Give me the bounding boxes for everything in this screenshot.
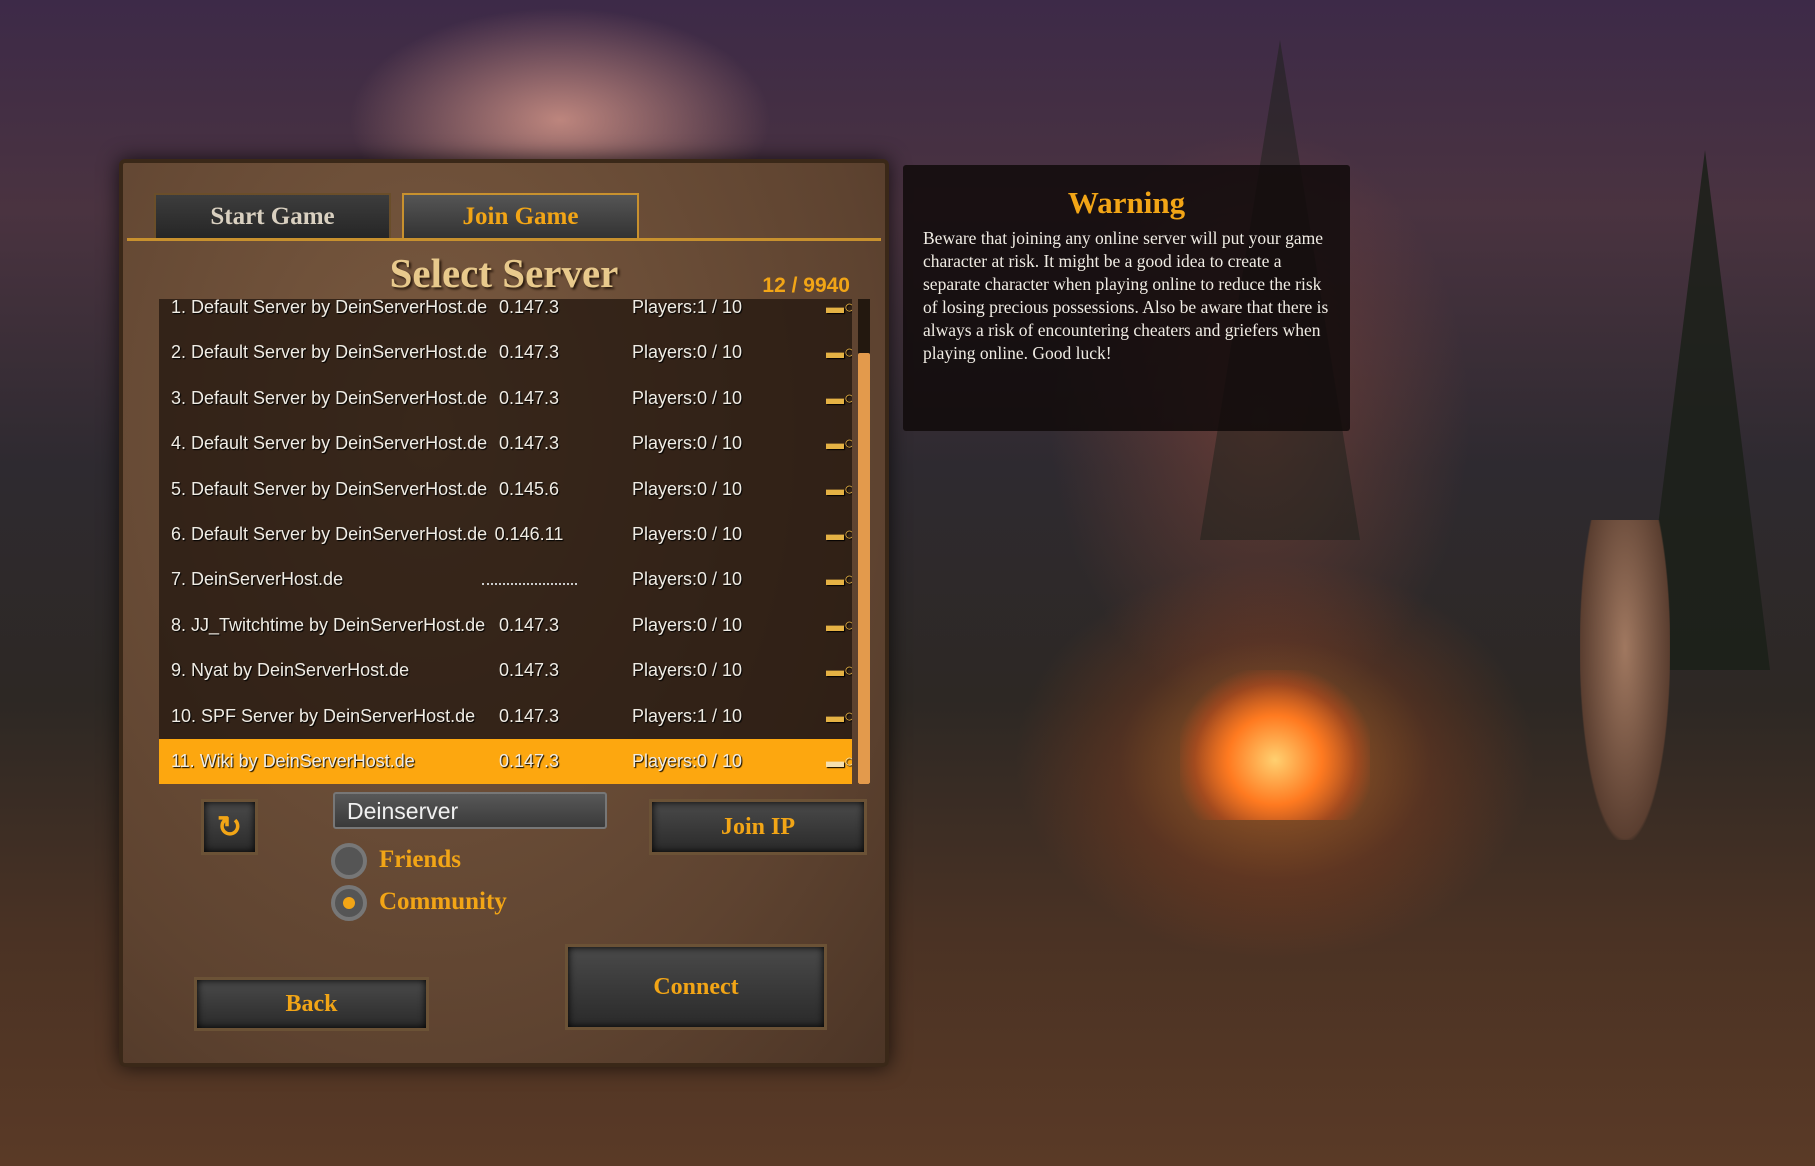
server-players: Players:0 / 10 bbox=[632, 524, 743, 544]
server-version: 0.147.3 bbox=[498, 342, 560, 363]
key-icon: ▬○ bbox=[826, 433, 852, 454]
refresh-icon: ↻ bbox=[216, 810, 243, 844]
server-version: 0.147.3 bbox=[498, 660, 560, 681]
warning-text: Beware that joining any online server wi… bbox=[923, 228, 1329, 363]
tab-divider bbox=[127, 238, 881, 241]
server-name: 4. Default Server by DeinServerHost.de bbox=[171, 433, 488, 454]
server-row[interactable]: 8. JJ_Twitchtime by DeinServerHost.de 0.… bbox=[159, 603, 852, 648]
community-radio[interactable] bbox=[331, 885, 367, 921]
server-players: Players:0 / 10 bbox=[632, 433, 743, 454]
back-button[interactable]: Back bbox=[194, 977, 429, 1031]
join-ip-button[interactable]: Join IP bbox=[649, 799, 867, 855]
server-row[interactable]: 5. Default Server by DeinServerHost.de 0… bbox=[159, 467, 852, 512]
server-players: Players:0 / 10 bbox=[632, 478, 743, 499]
friends-radio[interactable] bbox=[331, 843, 367, 879]
server-name: 9. Nyat by DeinServerHost.de bbox=[171, 660, 410, 681]
server-browser-panel: Start Game Join Game Select Server 12 / … bbox=[119, 159, 889, 1067]
server-row[interactable]: 4. Default Server by DeinServerHost.de 0… bbox=[159, 421, 852, 466]
server-version: 0.147.3 bbox=[498, 614, 560, 635]
tab-start-game[interactable]: Start Game bbox=[154, 193, 391, 238]
warning-panel: Warning Beware that joining any online s… bbox=[903, 165, 1350, 431]
scrollbar[interactable] bbox=[858, 299, 870, 784]
refresh-button[interactable]: ↻ bbox=[201, 799, 258, 855]
key-icon: ▬○ bbox=[826, 478, 852, 499]
key-icon: ▬○ bbox=[826, 342, 852, 363]
server-players: Players:0 / 10 bbox=[632, 751, 743, 771]
server-players: Players:0 / 10 bbox=[632, 660, 743, 681]
server-name: 10. SPF Server by DeinServerHost.de bbox=[171, 705, 476, 726]
server-name: 8. JJ_Twitchtime by DeinServerHost.de bbox=[171, 614, 486, 635]
version-placeholder bbox=[481, 583, 577, 586]
server-version: 0.147.3 bbox=[498, 433, 560, 454]
server-players: Players:0 / 10 bbox=[632, 342, 743, 363]
server-row[interactable]: 7. DeinServerHost.de Players:0 / 10 ▬○ bbox=[159, 557, 852, 602]
server-row[interactable]: 9. Nyat by DeinServerHost.de 0.147.3 Pla… bbox=[159, 648, 852, 693]
server-players: Players:0 / 10 bbox=[632, 569, 743, 590]
character bbox=[1580, 520, 1670, 840]
server-name: 1. Default Server by DeinServerHost.de bbox=[171, 299, 488, 317]
search-input[interactable]: Deinserver bbox=[333, 792, 607, 829]
key-icon: ▬○ bbox=[826, 569, 852, 590]
server-name: 3. Default Server by DeinServerHost.de bbox=[171, 387, 488, 408]
campfire bbox=[1180, 670, 1370, 820]
server-name: 11. Wiki by DeinServerHost.de bbox=[171, 751, 415, 771]
server-name: 6. Default Server by DeinServerHost.de bbox=[171, 524, 488, 544]
key-icon: ▬○ bbox=[826, 660, 852, 681]
server-version: 0.147.3 bbox=[498, 705, 560, 726]
server-row[interactable]: 2. Default Server by DeinServerHost.de 0… bbox=[159, 330, 852, 375]
key-icon: ▬○ bbox=[826, 524, 852, 544]
server-count: 12 / 9940 bbox=[762, 274, 850, 297]
server-row[interactable]: 6. Default Server by DeinServerHost.de 0… bbox=[159, 512, 852, 557]
server-name: 7. DeinServerHost.de bbox=[171, 569, 344, 590]
friends-label[interactable]: Friends bbox=[379, 846, 461, 874]
server-players: Players:0 / 10 bbox=[632, 614, 743, 635]
key-icon: ▬○ bbox=[826, 751, 852, 771]
server-list: 1. Default Server by DeinServerHost.de 0… bbox=[159, 299, 852, 784]
key-icon: ▬○ bbox=[826, 614, 852, 635]
server-row[interactable]: 10. SPF Server by DeinServerHost.de 0.14… bbox=[159, 694, 852, 739]
server-players: Players:1 / 10 bbox=[632, 299, 743, 317]
server-version: 0.147.3 bbox=[498, 299, 560, 317]
server-row[interactable]: 11. Wiki by DeinServerHost.de 0.147.3 Pl… bbox=[159, 739, 852, 784]
community-label[interactable]: Community bbox=[379, 888, 507, 916]
server-row[interactable]: 1. Default Server by DeinServerHost.de 0… bbox=[159, 299, 852, 330]
server-version: 0.147.3 bbox=[498, 387, 560, 408]
tab-join-game[interactable]: Join Game bbox=[402, 193, 639, 238]
key-icon: ▬○ bbox=[826, 705, 852, 726]
server-version: 0.147.3 bbox=[498, 751, 560, 771]
server-row[interactable]: 3. Default Server by DeinServerHost.de 0… bbox=[159, 376, 852, 421]
key-icon: ▬○ bbox=[826, 299, 852, 317]
server-version: 0.145.6 bbox=[498, 478, 560, 499]
server-name: 5. Default Server by DeinServerHost.de bbox=[171, 478, 488, 499]
server-players: Players:1 / 10 bbox=[632, 705, 743, 726]
connect-button[interactable]: Connect bbox=[565, 944, 827, 1030]
server-name: 2. Default Server by DeinServerHost.de bbox=[171, 342, 488, 363]
server-version bbox=[479, 569, 579, 590]
server-version: 0.146.11 bbox=[494, 524, 564, 544]
key-icon: ▬○ bbox=[826, 387, 852, 408]
scrollbar-thumb[interactable] bbox=[858, 353, 870, 784]
server-players: Players:0 / 10 bbox=[632, 387, 743, 408]
warning-title: Warning bbox=[1067, 185, 1186, 220]
